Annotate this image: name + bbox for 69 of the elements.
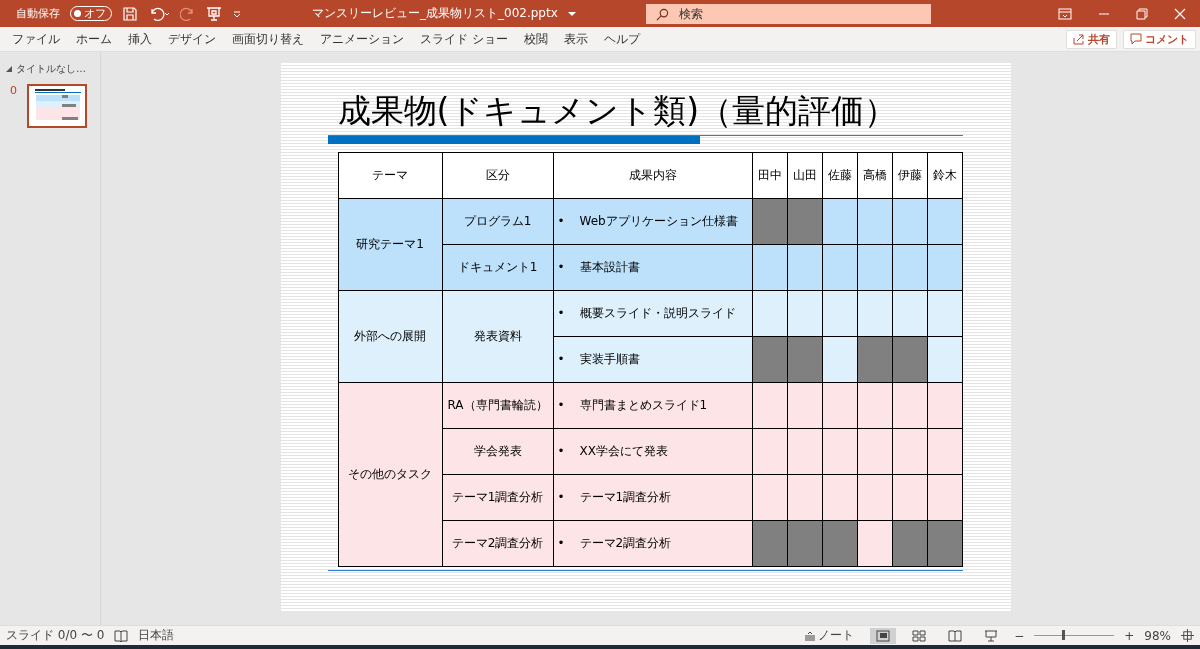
category-cell: プログラム1: [442, 198, 553, 245]
search-icon: [655, 7, 669, 21]
content-cell: • 基本設計書: [553, 244, 752, 291]
category-cell: 発表資料: [442, 290, 553, 383]
fit-slide-icon[interactable]: [1181, 629, 1194, 642]
share-button[interactable]: 共有: [1066, 29, 1117, 49]
section-title[interactable]: タイトルなし…: [16, 62, 86, 76]
ribbon-tab[interactable]: 表示: [555, 30, 596, 48]
content-cell: • テーマ2調査分析: [553, 520, 752, 567]
language-label[interactable]: 日本語: [138, 627, 175, 644]
content-cell: • テーマ1調査分析: [553, 474, 752, 521]
theme-cell: 研究テーマ1: [338, 198, 442, 291]
normal-view-icon[interactable]: [870, 627, 897, 644]
customize-icon[interactable]: [232, 8, 242, 19]
save-icon[interactable]: [122, 5, 138, 22]
header-cell: 伊藤: [892, 152, 927, 199]
ribbon-tab[interactable]: 画面切り替え: [224, 30, 312, 48]
category-cell: ドキュメント1: [442, 244, 553, 291]
ribbon-tab[interactable]: ヘルプ: [595, 30, 648, 48]
category-cell: RA（専門書輪読）: [442, 382, 553, 429]
comment-icon: [1130, 33, 1142, 45]
theme-cell: その他のタスク: [338, 382, 442, 567]
zoom-out-button[interactable]: −: [1014, 628, 1025, 643]
category-cell: 学会発表: [442, 428, 553, 475]
theme-cell: 外部への展開: [338, 290, 442, 383]
zoom-slider[interactable]: [1062, 630, 1066, 640]
ribbon-tab[interactable]: アニメーション: [312, 30, 412, 48]
book-icon[interactable]: [114, 629, 129, 642]
ribbon-tab[interactable]: 校閲: [515, 30, 556, 48]
content-cell: • 概要スライド・説明スライド: [553, 290, 752, 337]
ribbon-tab[interactable]: ファイル: [4, 30, 68, 48]
notes-button[interactable]: ノート: [798, 626, 861, 645]
file-name[interactable]: マンスリーレビュー_成果物リスト_002.pptx: [312, 5, 558, 22]
slide-thumbnail[interactable]: [27, 84, 87, 128]
header-cell: テーマ: [338, 152, 442, 199]
ribbon-tab[interactable]: スライド ショー: [412, 30, 516, 48]
restore-icon[interactable]: [1136, 7, 1148, 20]
zoom-in-button[interactable]: +: [1124, 628, 1135, 643]
presentation-icon[interactable]: [206, 5, 222, 22]
share-icon: [1073, 33, 1085, 45]
ribbon-tab[interactable]: デザイン: [160, 30, 224, 48]
collapse-icon[interactable]: [6, 66, 12, 72]
search-field[interactable]: 検索: [645, 3, 931, 24]
slide-info: スライド 0/0 〜 0: [6, 627, 105, 644]
slide-title: 成果物(ドキュメント類)（量的評価）: [337, 91, 899, 131]
header-cell: 田中: [752, 152, 787, 199]
ribbon-display-icon[interactable]: [1058, 7, 1072, 20]
ribbon-tab[interactable]: ホーム: [68, 30, 120, 48]
undo-icon[interactable]: [148, 5, 170, 22]
content-cell: • 実装手順書: [553, 336, 752, 383]
header-cell: 山田: [787, 152, 822, 199]
close-icon[interactable]: [1174, 7, 1186, 20]
content-cell: • 専門書まとめスライド1: [553, 382, 752, 429]
caret-icon[interactable]: [567, 10, 576, 17]
header-cell: 区分: [442, 152, 553, 199]
comment-button[interactable]: コメント: [1123, 29, 1196, 49]
header-cell: 佐藤: [822, 152, 857, 199]
category-cell: テーマ1調査分析: [442, 474, 553, 521]
zoom-reading[interactable]: 98%: [1144, 628, 1171, 643]
header-cell: 鈴木: [927, 152, 962, 199]
content-cell: • Webアプリケーション仕様書: [553, 198, 752, 245]
category-cell: テーマ2調査分析: [442, 520, 553, 567]
slide-number: 0: [10, 84, 17, 99]
header-cell: 高橋: [857, 152, 892, 199]
header-cell: 成果内容: [553, 152, 752, 199]
ribbon-tab[interactable]: 挿入: [120, 30, 160, 48]
content-cell: • XX学会にて発表: [553, 428, 752, 475]
autosave-label: 自動保存: [16, 6, 60, 21]
notes-icon: [804, 630, 817, 641]
